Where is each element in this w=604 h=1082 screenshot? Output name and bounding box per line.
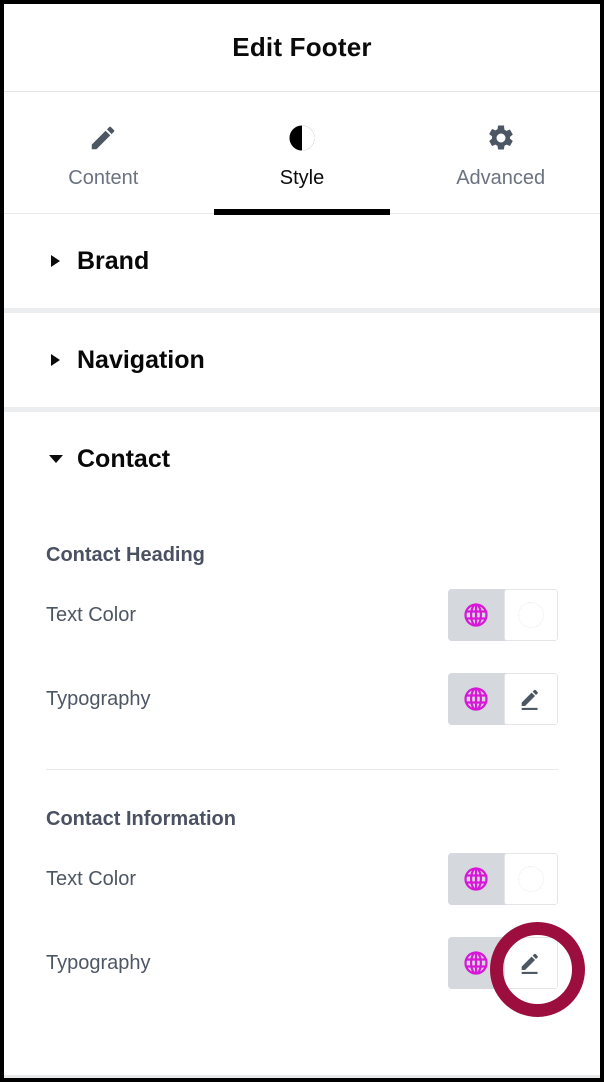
group-heading-contact-heading: Contact Heading	[46, 544, 205, 566]
globe-icon[interactable]	[448, 673, 504, 725]
color-swatch-button[interactable]	[504, 853, 558, 905]
color-control	[448, 853, 558, 905]
page-title: Edit Footer	[232, 32, 372, 62]
tab-style-label: Style	[279, 167, 325, 189]
section-navigation-header[interactable]: Navigation	[4, 313, 600, 407]
section-navigation: Navigation	[4, 313, 600, 407]
panel-bottom-rule	[4, 1075, 600, 1078]
typography-control	[448, 937, 558, 989]
active-tab-indicator	[214, 209, 390, 215]
section-contact: Contact Contact Heading Text Color Typog…	[4, 412, 600, 1005]
color-control	[448, 589, 558, 641]
section-contact-header[interactable]: Contact	[4, 412, 600, 506]
gear-icon	[486, 121, 516, 155]
contrast-icon	[286, 121, 318, 155]
empty-color-indicator	[518, 602, 544, 628]
section-brand-header[interactable]: Brand	[4, 214, 600, 308]
section-brand-title: Brand	[77, 246, 150, 275]
typography-edit-button[interactable]	[504, 673, 558, 725]
control-row-contact-heading-text-color: Text Color	[46, 573, 558, 657]
color-swatch-button[interactable]	[504, 589, 558, 641]
section-navigation-title: Navigation	[77, 345, 205, 374]
tab-content[interactable]: Content	[4, 92, 203, 213]
globe-icon[interactable]	[448, 853, 504, 905]
chevron-down-icon	[48, 453, 64, 465]
control-label: Text Color	[46, 603, 137, 626]
control-label: Typography	[46, 951, 151, 974]
control-row-contact-information-text-color: Text Color	[46, 837, 558, 921]
contact-information-typography-edit-button[interactable]	[504, 937, 558, 989]
typography-control	[448, 673, 558, 725]
globe-icon[interactable]	[448, 937, 504, 989]
globe-icon[interactable]	[448, 589, 504, 641]
section-contact-body: Contact Heading Text Color Typography Co…	[4, 506, 600, 1005]
empty-color-indicator	[518, 866, 544, 892]
group-heading-contact-information: Contact Information	[46, 808, 236, 830]
tab-advanced-label: Advanced	[456, 167, 546, 189]
control-row-contact-heading-typography: Typography	[46, 657, 558, 741]
tab-content-label: Content	[68, 167, 139, 189]
edit-footer-panel: Edit Footer Content Style Advanced Brand…	[0, 0, 604, 1082]
chevron-right-icon	[48, 254, 64, 268]
pencil-icon	[88, 121, 118, 155]
section-contact-title: Contact	[77, 444, 171, 473]
control-label: Text Color	[46, 867, 137, 890]
tab-style[interactable]: Style	[203, 92, 402, 215]
control-label: Typography	[46, 687, 151, 710]
tab-bar: Content Style Advanced	[4, 92, 600, 215]
chevron-right-icon	[48, 353, 64, 367]
tab-advanced[interactable]: Advanced	[401, 92, 600, 213]
control-row-contact-information-typography: Typography	[46, 921, 558, 1005]
panel-header: Edit Footer	[4, 4, 600, 92]
section-brand: Brand	[4, 214, 600, 308]
